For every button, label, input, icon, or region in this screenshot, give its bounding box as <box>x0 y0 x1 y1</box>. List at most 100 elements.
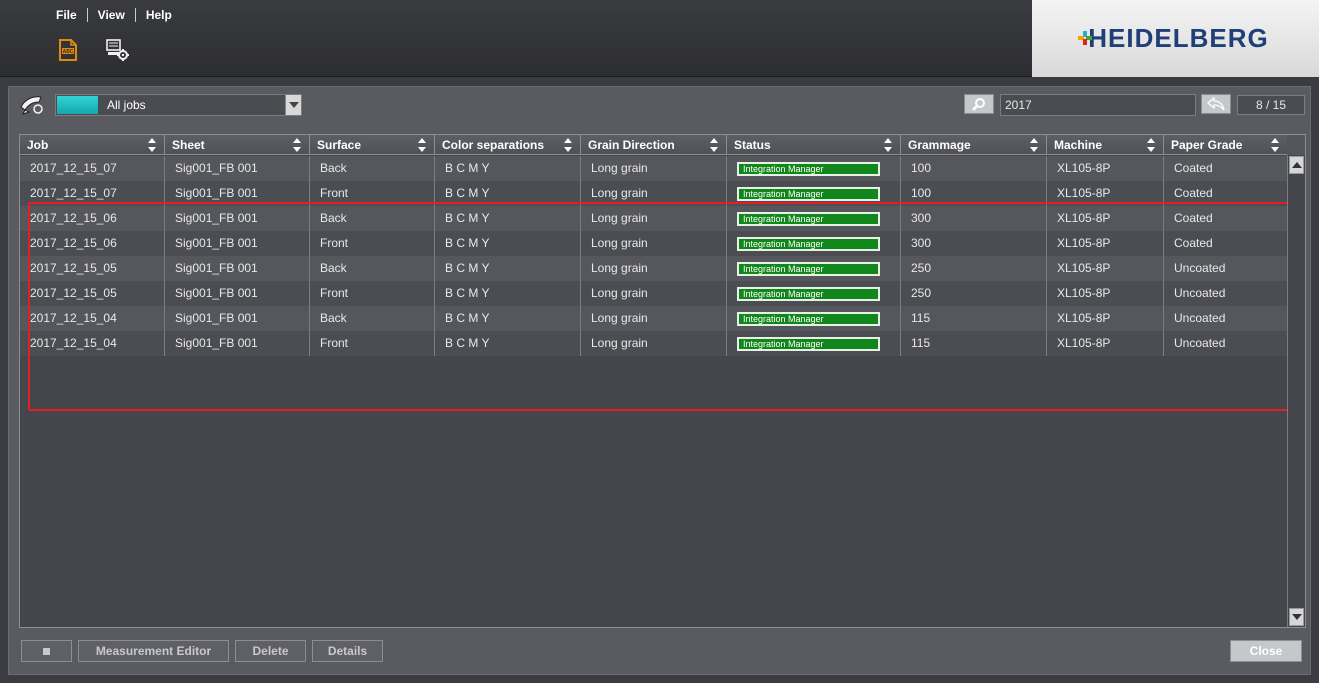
details-button[interactable]: Details <box>312 640 383 662</box>
stop-button[interactable] <box>21 640 72 662</box>
app-window: File View Help ABC HEIDELBERG All jobs 2… <box>0 0 1319 683</box>
cell-surface: Front <box>310 331 435 356</box>
cell-machine: XL105-8P <box>1047 281 1164 306</box>
column-header-status[interactable]: Status <box>727 135 901 155</box>
close-button[interactable]: Close <box>1230 640 1302 662</box>
column-header-grain-direction[interactable]: Grain Direction <box>581 135 727 155</box>
cell-grammage: 300 <box>901 206 1047 231</box>
cell-machine: XL105-8P <box>1047 306 1164 331</box>
column-header-surface[interactable]: Surface <box>310 135 435 155</box>
stop-icon <box>43 648 50 656</box>
svg-text:ABC: ABC <box>63 49 74 55</box>
sort-arrows-icon[interactable] <box>418 138 427 152</box>
job-file-icon[interactable]: ABC <box>56 38 80 62</box>
column-header-label: Surface <box>317 138 362 152</box>
table-row[interactable]: 2017_12_15_04 Sig001_FB 001 Front B C M Y Lo… <box>20 331 1288 356</box>
column-header-grammage[interactable]: Grammage <box>901 135 1047 155</box>
search-button[interactable] <box>964 94 994 114</box>
cell-paper-grade: Uncoated <box>1164 306 1288 331</box>
monitor-settings-icon[interactable] <box>105 38 129 62</box>
cell-surface: Front <box>310 231 435 256</box>
status-badge: Integration Manager <box>737 312 880 326</box>
cell-grain-direction: Long grain <box>581 231 727 256</box>
cell-color-separations: B C M Y <box>435 281 581 306</box>
cell-surface: Back <box>310 256 435 281</box>
cell-grammage: 250 <box>901 281 1047 306</box>
sort-arrows-icon[interactable] <box>564 138 573 152</box>
cell-color-separations: B C M Y <box>435 156 581 181</box>
brand-logo: HEIDELBERG <box>1078 23 1269 54</box>
status-badge: Integration Manager <box>737 337 880 351</box>
cell-sheet: Sig001_FB 001 <box>165 281 310 306</box>
scroll-down-button[interactable] <box>1289 608 1304 626</box>
menu-help[interactable]: Help <box>136 6 182 24</box>
cell-grammage: 250 <box>901 256 1047 281</box>
status-badge: Integration Manager <box>737 287 880 301</box>
menu-view[interactable]: View <box>88 6 135 24</box>
sort-arrows-icon[interactable] <box>1147 138 1156 152</box>
job-list-panel: All jobs 2017 8 / 15 Job Sheet Surface Colo… <box>8 86 1311 675</box>
cell-grain-direction: Long grain <box>581 331 727 356</box>
status-badge: Integration Manager <box>737 237 880 251</box>
cell-color-separations: B C M Y <box>435 181 581 206</box>
measurement-editor-button[interactable]: Measurement Editor <box>78 640 229 662</box>
cell-paper-grade: Uncoated <box>1164 331 1288 356</box>
cell-sheet: Sig001_FB 001 <box>165 306 310 331</box>
cell-job: 2017_12_15_06 <box>20 231 165 256</box>
cell-color-separations: B C M Y <box>435 231 581 256</box>
sort-arrows-icon[interactable] <box>1271 138 1280 152</box>
sort-arrows-icon[interactable] <box>1030 138 1039 152</box>
cell-status: Integration Manager <box>727 181 901 206</box>
column-header-job[interactable]: Job <box>20 135 165 155</box>
cell-grain-direction: Long grain <box>581 156 727 181</box>
cell-grain-direction: Long grain <box>581 181 727 206</box>
sort-arrows-icon[interactable] <box>293 138 302 152</box>
cell-paper-grade: Coated <box>1164 156 1288 181</box>
column-header-machine[interactable]: Machine <box>1047 135 1164 155</box>
sort-arrows-icon[interactable] <box>710 138 719 152</box>
column-header-sheet[interactable]: Sheet <box>165 135 310 155</box>
menu-bar: File View Help <box>46 6 182 24</box>
cell-sheet: Sig001_FB 001 <box>165 331 310 356</box>
table-row[interactable]: 2017_12_15_05 Sig001_FB 001 Front B C M Y Lo… <box>20 281 1288 306</box>
cell-grain-direction: Long grain <box>581 256 727 281</box>
column-header-label: Job <box>27 138 49 152</box>
cell-color-separations: B C M Y <box>435 306 581 331</box>
cell-paper-grade: Coated <box>1164 231 1288 256</box>
sort-arrows-icon[interactable] <box>884 138 893 152</box>
cell-color-separations: B C M Y <box>435 331 581 356</box>
cell-paper-grade: Uncoated <box>1164 256 1288 281</box>
table-header: Job Sheet Surface Color separations Grain Di… <box>20 135 1288 155</box>
table-row[interactable]: 2017_12_15_06 Sig001_FB 001 Front B C M Y Lo… <box>20 231 1288 256</box>
column-chooser-corner[interactable] <box>1287 135 1305 155</box>
chevron-down-icon[interactable] <box>285 95 301 115</box>
table-row[interactable]: 2017_12_15_07 Sig001_FB 001 Front B C M Y Lo… <box>20 181 1288 206</box>
cell-status: Integration Manager <box>727 331 901 356</box>
brand-logo-area: HEIDELBERG <box>1032 0 1319 77</box>
column-header-label: Color separations <box>442 138 545 152</box>
cell-job: 2017_12_15_05 <box>20 281 165 306</box>
cell-surface: Back <box>310 306 435 331</box>
cell-status: Integration Manager <box>727 281 901 306</box>
back-arrow-icon <box>1207 97 1225 111</box>
column-header-color-separations[interactable]: Color separations <box>435 135 581 155</box>
measuring-device-icon[interactable] <box>19 93 45 117</box>
job-filter-dropdown[interactable]: All jobs <box>55 94 302 116</box>
search-input[interactable]: 2017 <box>1000 94 1196 116</box>
brand-name: HEIDELBERG <box>1088 23 1269 53</box>
table-row[interactable]: 2017_12_15_04 Sig001_FB 001 Back B C M Y Lon… <box>20 306 1288 331</box>
table-row[interactable]: 2017_12_15_06 Sig001_FB 001 Back B C M Y Lon… <box>20 206 1288 231</box>
table-row[interactable]: 2017_12_15_05 Sig001_FB 001 Back B C M Y Lon… <box>20 256 1288 281</box>
column-header-label: Grammage <box>908 138 971 152</box>
vertical-scrollbar[interactable] <box>1287 155 1305 627</box>
column-header-label: Grain Direction <box>588 138 675 152</box>
sort-arrows-icon[interactable] <box>148 138 157 152</box>
table-row[interactable]: 2017_12_15_07 Sig001_FB 001 Back B C M Y Lon… <box>20 156 1288 181</box>
back-button[interactable] <box>1201 94 1231 114</box>
scroll-up-button[interactable] <box>1289 156 1304 174</box>
menu-file[interactable]: File <box>46 6 87 24</box>
delete-button[interactable]: Delete <box>235 640 306 662</box>
cell-job: 2017_12_15_04 <box>20 331 165 356</box>
column-header-paper-grade[interactable]: Paper Grade <box>1164 135 1288 155</box>
cell-sheet: Sig001_FB 001 <box>165 256 310 281</box>
